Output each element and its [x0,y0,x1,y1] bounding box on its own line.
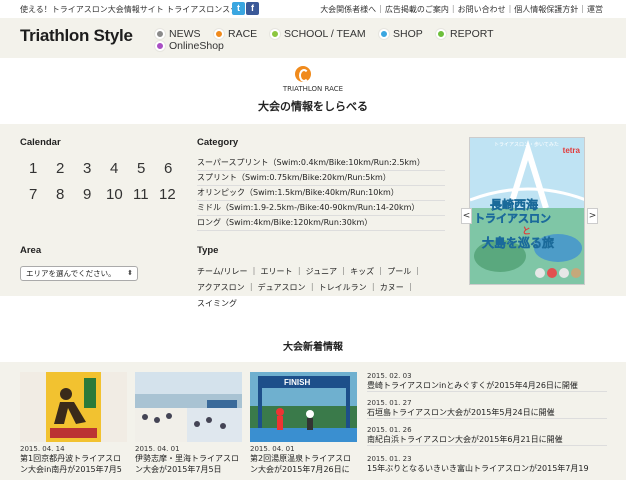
type-list-line[interactable]: チーム/リレー ｜ エリート ｜ ジュニア ｜ キッズ ｜ プール ｜ [197,266,445,277]
news-list-date: 2015. 01. 26 [367,426,412,434]
top-bar: 使える！トライアスロン大会情報サイト トライアスロンスタイル t f 大会関係者… [0,0,626,18]
news-list-item[interactable]: 2015. 01. 27 石垣島トライアスロン大会が2015年5月24日に開催 [367,399,607,419]
news-list-text: 豊崎トライアスロンinとみぐすくが2015年4月26日に開催 [367,381,578,390]
type-title: Type [197,245,219,256]
nav-school-team-label: SCHOOL / TEAM [284,28,366,40]
category-item[interactable]: スーパースプリント（Swim:0.4km/Bike:10km/Run:2.5km… [197,156,445,171]
link-privacy[interactable]: 個人情報保護方針 [511,4,581,15]
news-card[interactable]: 2015. 04. 14 第1回京都丹波トライアスロン大会in南丹が2015年7… [20,372,127,475]
month-link[interactable]: 8 [56,186,64,203]
school-icon [270,29,280,39]
month-link[interactable]: 9 [83,186,91,203]
category-title: Category [197,137,239,148]
link-operator[interactable]: 運営 [584,4,606,15]
nav-report[interactable]: REPORT [436,28,494,40]
month-link[interactable]: 5 [137,160,145,177]
area-title: Area [20,245,42,256]
nav-onlineshop[interactable]: OnlineShop [155,40,224,52]
news-list-date: 2015. 02. 03 [367,372,412,380]
onlineshop-icon [155,41,165,51]
top-links: 大会関係者様へ | 広告掲載のご案内 | お問い合わせ | 個人情報保護方針 | 運営 [317,4,606,15]
banner-brand: tetra [562,146,580,155]
month-link[interactable]: 4 [110,160,118,177]
category-item[interactable]: スプリント（Swim:0.75km/Bike:20km/Run:5km） [197,171,445,186]
news-card-date: 2015. 04. 14 [20,445,65,453]
facebook-icon[interactable]: f [246,2,259,15]
report-icon [436,29,446,39]
news-card-date: 2015. 04. 01 [135,445,180,453]
news-card-text: 第1回京都丹波トライアスロン大会in南丹が2015年7月5 [20,454,122,474]
site-tagline: 使える！トライアスロン大会情報サイト トライアスロンスタイル [20,5,255,14]
news-icon [155,29,165,39]
month-link[interactable]: 1 [29,160,37,177]
news-list-text: 石垣島トライアスロン大会が2015年5月24日に開催 [367,408,555,417]
promo-banner[interactable]: トライアスロン・歩いてみた tetra 長崎西海 トライアスロン と 大島を巡る… [469,137,585,285]
race-label: TRIATHLON RACE [282,85,344,93]
month-link[interactable]: 6 [164,160,172,177]
nav-onlineshop-label: OnlineShop [169,40,224,52]
month-link[interactable]: 12 [159,186,176,203]
month-link[interactable]: 7 [29,186,37,203]
nav-news[interactable]: NEWS [155,28,201,40]
link-organizers[interactable]: 大会関係者様へ [317,4,379,15]
news-list-text: 南紀白浜トライアスロン大会が2015年6月21日に開催 [367,435,563,444]
news-card-image: FINISH [250,372,357,442]
link-contact[interactable]: お問い合わせ [455,4,509,15]
news-list-item[interactable]: 2015. 01. 26 南紀白浜トライアスロン大会が2015年6月21日に開催 [367,426,607,446]
nav-shop[interactable]: SHOP [379,28,423,40]
race-logo-icon [295,66,311,82]
category-item[interactable]: ロング（Swim:4km/Bike:120km/Run:30km） [197,216,445,231]
nav-report-label: REPORT [450,28,494,40]
site-logo[interactable]: Triathlon Style [20,26,133,46]
banner-next-button[interactable]: > [587,208,598,224]
finish-banner-text: FINISH [284,378,311,387]
nav-shop-label: SHOP [393,28,423,40]
news-card-date: 2015. 04. 01 [250,445,295,453]
month-link[interactable]: 2 [56,160,64,177]
nav-news-label: NEWS [169,28,201,40]
news-list-item[interactable]: 2015. 02. 03 豊崎トライアスロンinとみぐすくが2015年4月26日… [367,372,607,392]
nav-race[interactable]: RACE [214,28,257,40]
news-list-date: 2015. 01. 27 [367,399,412,407]
type-list-line[interactable]: スイミング [197,298,445,309]
month-link[interactable]: 3 [83,160,91,177]
select-arrows-icon: ⬍ [127,269,133,277]
link-advertising[interactable]: 広告掲載のご案内 [382,4,452,15]
news-list-date: 2015. 01. 23 [367,455,412,463]
banner-small-text: トライアスロン・歩いてみた [494,142,559,148]
banner-prev-button[interactable]: < [461,208,472,224]
news-card[interactable]: 2015. 04. 01 伊勢志摩・里海トライアスロン大会が2015年7月5日 [135,372,242,475]
page-title: 大会の情報をしらべる [258,100,368,113]
month-link[interactable]: 11 [133,186,149,203]
news-card-text: 伊勢志摩・里海トライアスロン大会が2015年7月5日 [135,454,239,474]
month-link[interactable]: 10 [106,186,123,203]
race-heading: TRIATHLON RACE 大会の情報をしらべる [0,58,626,124]
nav-race-label: RACE [228,28,258,40]
banner-line4: 大島を巡る旅 [482,236,555,251]
news-list-text: 15年ぶりとなるいきいき富山トライアスロンが2015年7月19 [367,464,589,473]
site-header: Triathlon Style NEWS RACE SCHOOL / TEAM … [0,18,626,58]
news-list-item[interactable]: 2015. 01. 23 15年ぶりとなるいきいき富山トライアスロンが2015年… [367,455,607,474]
shop-icon [379,29,389,39]
news-section-title: 大会新着情報 [283,342,343,353]
banner-line2: トライアスロン [474,212,552,226]
race-icon [214,29,224,39]
area-select[interactable]: エリアを選んでください。 ⬍ [20,266,138,281]
twitter-icon[interactable]: t [232,2,245,15]
category-item[interactable]: オリンピック（Swim:1.5km/Bike:40km/Run:10km） [197,186,445,201]
category-item[interactable]: ミドル（Swim:1.9-2.5km-/Bike:40-90km/Run:14-… [197,201,445,216]
area-select-value: エリアを選んでください。 [26,269,116,278]
calendar-title: Calendar [20,137,61,148]
type-list-line[interactable]: アクアスロン ｜ デュアスロン ｜ トレイルラン ｜ カヌー ｜ [197,282,445,293]
news-card-text: 第2回湯原温泉トライアスロン大会が2015年7月26日に [250,454,352,474]
news-card[interactable]: FINISH 2015. 04. 01 第2回湯原温泉トライアスロン大会が201… [250,372,357,475]
news-card-image [135,372,242,442]
news-card-image [20,372,127,442]
nav-school-team[interactable]: SCHOOL / TEAM [270,28,366,40]
